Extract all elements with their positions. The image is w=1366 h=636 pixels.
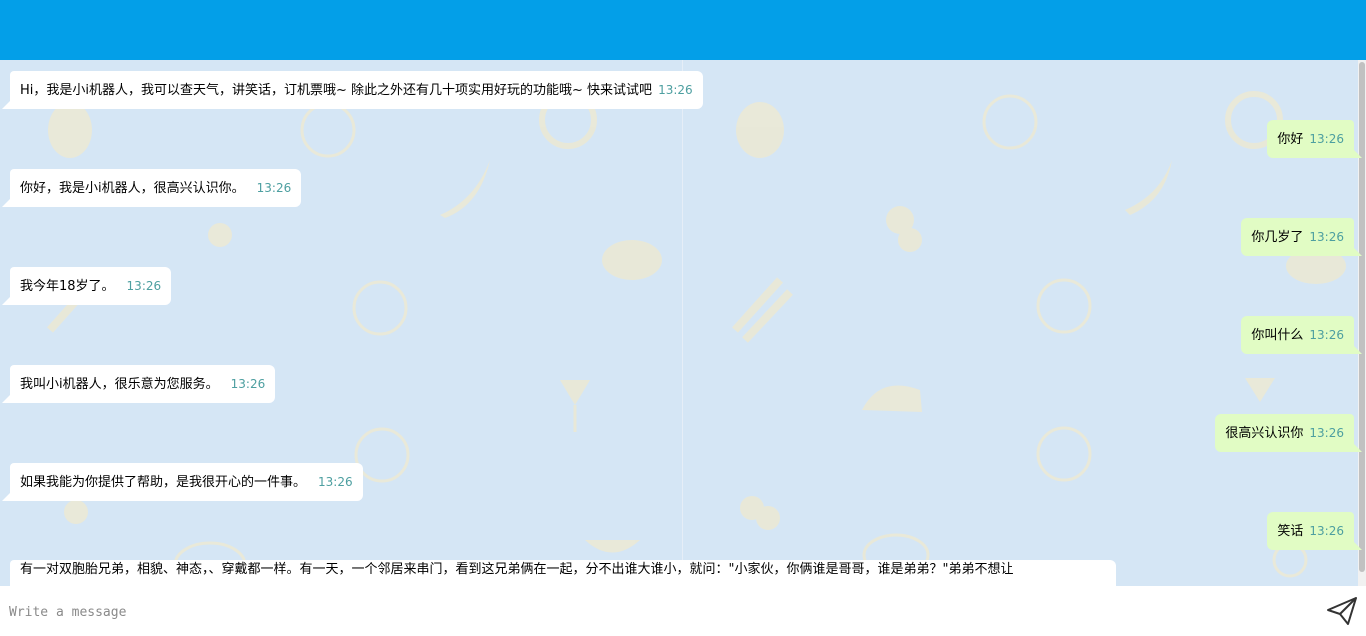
message-text: 我今年18岁了。: [20, 279, 115, 294]
bot-message-joke: 有一对双胞胎兄弟，相貌、神态，、穿戴都一样。有一天，一个邻居来串门，看到这兄弟俩…: [10, 560, 1116, 586]
message-time: 13:26: [1309, 328, 1344, 342]
send-paper-plane-icon[interactable]: [1326, 596, 1358, 626]
message-input[interactable]: [0, 596, 1311, 628]
message-time: 13:26: [658, 83, 693, 97]
background-seam: [682, 60, 683, 586]
message-time: 13:26: [256, 181, 292, 195]
message-text: 你好，我是小i机器人，很高兴认识你。: [20, 181, 245, 196]
message-text: 有一对双胞胎兄弟，相貌、神态，、穿戴都一样。有一天，一个邻居来串门，看到这兄弟俩…: [20, 562, 1014, 577]
food-pattern-background: [47, 91, 1346, 586]
message-text: 笑话: [1277, 524, 1304, 539]
message-time: 13:26: [318, 475, 353, 489]
bot-message: 我今年18岁了。 13:26: [1, 267, 172, 305]
message-time: 13:26: [1309, 426, 1344, 440]
scrollbar-thumb[interactable]: [1359, 62, 1365, 572]
user-message: 你好 13:26: [1267, 120, 1362, 158]
message-text: 如果我能为你提供了帮助，是我很开心的一件事。: [20, 475, 307, 490]
user-message: 你叫什么 13:26: [1241, 316, 1362, 354]
message-text: 你叫什么: [1251, 328, 1304, 343]
message-text: 很高兴认识你: [1225, 426, 1304, 441]
composer-bar: [0, 586, 1366, 636]
bot-message: Hi，我是小i机器人，我可以查天气，讲笑话，订机票哦~ 除此之外还有几十项实用好…: [2, 71, 703, 109]
chat-scrollbar[interactable]: [1358, 60, 1366, 586]
message-text: 我叫小i机器人，很乐意为您服务。: [20, 377, 219, 392]
message-text: 你好: [1277, 132, 1304, 147]
message-time: 13:26: [230, 377, 266, 391]
user-message: 你几岁了 13:26: [1241, 218, 1362, 256]
header-bar: [0, 0, 1366, 60]
bot-message: 我叫小i机器人，很乐意为您服务。 13:26: [1, 365, 276, 403]
message-time: 13:26: [126, 279, 162, 293]
message-time: 13:26: [1309, 230, 1344, 244]
user-message: 很高兴认识你 13:26: [1215, 414, 1362, 452]
bot-message: 如果我能为你提供了帮助，是我很开心的一件事。 13:26: [2, 463, 363, 501]
message-time: 13:26: [1309, 524, 1344, 538]
bot-message: 你好，我是小i机器人，很高兴认识你。 13:26: [1, 169, 302, 207]
message-text: Hi，我是小i机器人，我可以查天气，讲笑话，订机票哦~ 除此之外还有几十项实用好…: [20, 83, 653, 98]
message-time: 13:26: [1309, 132, 1344, 146]
message-text: 你几岁了: [1251, 230, 1304, 245]
user-message: 笑话 13:26: [1267, 512, 1362, 550]
chat-area[interactable]: [0, 60, 1358, 586]
